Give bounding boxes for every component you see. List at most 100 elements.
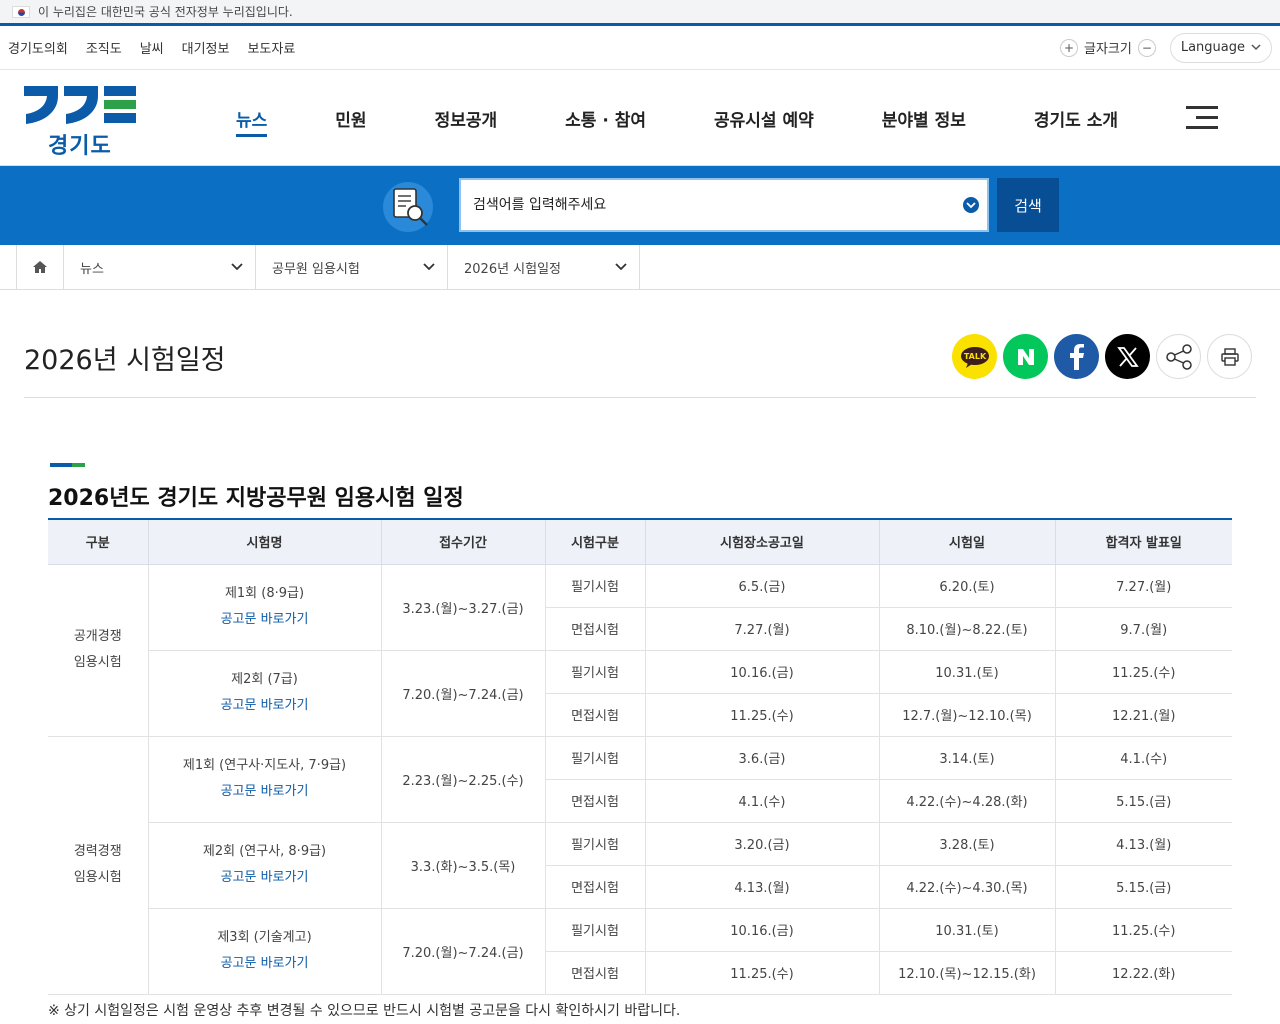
search-button[interactable]: 검색 [997, 178, 1059, 232]
exam-date-cell: 8.10.(월)~8.22.(토) [878, 607, 1055, 651]
chevron-down-icon [423, 263, 435, 271]
category-cell: 공개경쟁임용시험 [48, 564, 148, 737]
venue-date-cell: 4.13.(월) [644, 865, 879, 909]
main-header: 경기도 뉴스 민원 정보공개 소통 · 참여 공유시설 예약 분야별 정보 경기… [0, 70, 1280, 166]
table-row: 공개경쟁임용시험 제1회 (8·9급) 공고문 바로가기 3.23.(월)~3.2… [48, 564, 1232, 737]
chevron-down-icon[interactable] [963, 197, 979, 213]
category-line: 임용시험 [73, 655, 122, 670]
category-line: 임용시험 [73, 870, 122, 885]
document-search-icon [380, 180, 436, 232]
breadcrumb-label: 공무원 임용시험 [272, 261, 360, 277]
exam-date-cell: 12.10.(목)~12.15.(화) [878, 951, 1055, 995]
venue-date-cell: 3.6.(금) [644, 736, 879, 780]
x-icon[interactable] [1105, 334, 1150, 379]
notice-link[interactable]: 공고문 바로가기 [221, 784, 309, 799]
korea-flag-icon [12, 5, 30, 18]
nav-item-info-disclosure[interactable]: 정보공개 [435, 106, 498, 131]
main-nav: 뉴스 민원 정보공개 소통 · 참여 공유시설 예약 분야별 정보 경기도 소개 [236, 70, 1186, 166]
category-line: 경력경쟁 [73, 844, 122, 859]
util-link-weather[interactable]: 날씨 [140, 38, 164, 57]
exam-date-cell: 10.31.(토) [878, 908, 1055, 952]
type-cell: 면접시험 [544, 779, 645, 823]
venue-date-cell: 6.5.(금) [644, 564, 879, 608]
font-decrease-icon[interactable]: − [1137, 38, 1156, 57]
naver-icon[interactable] [1003, 334, 1048, 379]
column-header: 시험일 [878, 518, 1055, 565]
result-date-cell: 11.25.(수) [1054, 650, 1232, 694]
notice-link[interactable]: 공고문 바로가기 [221, 698, 309, 713]
home-icon[interactable] [16, 245, 64, 289]
exam-date-cell: 6.20.(토) [878, 564, 1055, 608]
breadcrumb: 뉴스 공무원 임용시험 2026년 시험일정 [0, 245, 1280, 290]
breadcrumb-item-schedule[interactable]: 2026년 시험일정 [448, 245, 640, 289]
breadcrumb-item-exam[interactable]: 공무원 임용시험 [256, 245, 448, 289]
facebook-icon[interactable] [1054, 334, 1099, 379]
exam-name-cell: 제2회 (7급) 공고문 바로가기 [147, 650, 381, 737]
nav-item-field-info[interactable]: 분야별 정보 [882, 106, 966, 131]
exam-date-cell: 4.22.(수)~4.28.(화) [878, 779, 1055, 823]
period-cell: 3.23.(월)~3.27.(금) [380, 564, 545, 651]
exam-name-cell: 제3회 (기술계고) 공고문 바로가기 [147, 908, 381, 995]
util-link-council[interactable]: 경기도의회 [8, 38, 68, 57]
column-header: 시험명 [147, 518, 381, 565]
exam-name: 제2회 (7급) [231, 672, 298, 687]
exam-date-cell: 3.14.(토) [878, 736, 1055, 780]
section-mark [50, 463, 85, 467]
search-input[interactable] [473, 197, 963, 213]
font-increase-icon[interactable]: + [1060, 38, 1078, 57]
gov-banner: 이 누리집은 대한민국 공식 전자정부 누리집입니다. [0, 0, 1280, 26]
exam-name: 제3회 (기술계고) [217, 930, 312, 945]
notice-link[interactable]: 공고문 바로가기 [221, 956, 309, 971]
period-cell: 7.20.(월)~7.24.(금) [380, 908, 545, 995]
period-cell: 3.3.(화)~3.5.(목) [380, 822, 545, 909]
page-title: 2026년 시험일정 [24, 345, 226, 376]
category-cell: 경력경쟁임용시험 [48, 736, 148, 995]
nav-item-about[interactable]: 경기도 소개 [1034, 106, 1118, 131]
type-cell: 면접시험 [544, 693, 645, 737]
nav-item-facility-booking[interactable]: 공유시설 예약 [714, 106, 814, 131]
notice-link[interactable]: 공고문 바로가기 [221, 870, 309, 885]
gyeonggi-logo[interactable]: 경기도 [22, 82, 138, 159]
venue-date-cell: 11.25.(수) [644, 951, 879, 995]
font-size-label: 글자크기 [1084, 42, 1132, 57]
breadcrumb-label: 2026년 시험일정 [464, 261, 562, 277]
result-date-cell: 5.15.(금) [1054, 865, 1232, 909]
type-cell: 필기시험 [544, 908, 645, 952]
result-date-cell: 7.27.(월) [1054, 564, 1232, 608]
result-date-cell: 5.15.(금) [1054, 779, 1232, 823]
footnote: ※ 상기 시험일정은 시험 운영상 추후 변경될 수 있으므로 반드시 시험별 … [48, 1003, 681, 1019]
language-select[interactable]: Language [1169, 32, 1272, 63]
kakaotalk-icon[interactable]: TALK [952, 334, 997, 379]
exam-schedule-table: 구분 시험명 접수기간 시험구분 시험장소공고일 시험일 합격자 발표일 공개경… [48, 518, 1232, 995]
result-date-cell: 9.7.(월) [1054, 607, 1232, 651]
nav-item-news[interactable]: 뉴스 [236, 106, 268, 137]
util-link-org-chart[interactable]: 조직도 [86, 38, 122, 57]
period-cell: 7.20.(월)~7.24.(금) [380, 650, 545, 737]
exam-date-cell: 4.22.(수)~4.30.(목) [878, 865, 1055, 909]
exam-name: 제1회 (8·9급) [224, 586, 305, 601]
table-row: 제2회 (7급) 공고문 바로가기 7.20.(월)~7.24.(금) 필기시험 … [48, 650, 1232, 737]
breadcrumb-item-news[interactable]: 뉴스 [64, 245, 256, 289]
exam-name-cell: 제1회 (연구사·지도사, 7·9급) 공고문 바로가기 [147, 736, 381, 823]
result-date-cell: 4.13.(월) [1054, 822, 1232, 866]
exam-date-cell: 12.7.(월)~12.10.(목) [878, 693, 1055, 737]
menu-icon[interactable] [1186, 106, 1218, 130]
table-header-row: 구분 시험명 접수기간 시험구분 시험장소공고일 시험일 합격자 발표일 [48, 518, 1232, 565]
print-icon[interactable] [1207, 334, 1252, 379]
category-line: 공개경쟁 [73, 629, 122, 644]
nav-item-participation[interactable]: 소통 · 참여 [565, 106, 646, 131]
column-header: 접수기간 [380, 518, 545, 565]
venue-date-cell: 7.27.(월) [644, 607, 879, 651]
column-header: 합격자 발표일 [1054, 518, 1232, 565]
result-date-cell: 11.25.(수) [1054, 908, 1232, 952]
share-icon[interactable] [1156, 334, 1201, 379]
util-link-press[interactable]: 보도자료 [247, 38, 295, 57]
exam-name: 제1회 (연구사·지도사, 7·9급) [182, 758, 347, 773]
util-link-air-quality[interactable]: 대기정보 [182, 38, 230, 57]
nav-item-civil-service[interactable]: 민원 [335, 106, 366, 131]
share-buttons: TALK [952, 334, 1252, 379]
logo-text: 경기도 [48, 134, 112, 159]
type-cell: 필기시험 [544, 736, 645, 780]
gov-banner-text: 이 누리집은 대한민국 공식 전자정부 누리집입니다. [38, 5, 293, 19]
notice-link[interactable]: 공고문 바로가기 [221, 612, 309, 627]
